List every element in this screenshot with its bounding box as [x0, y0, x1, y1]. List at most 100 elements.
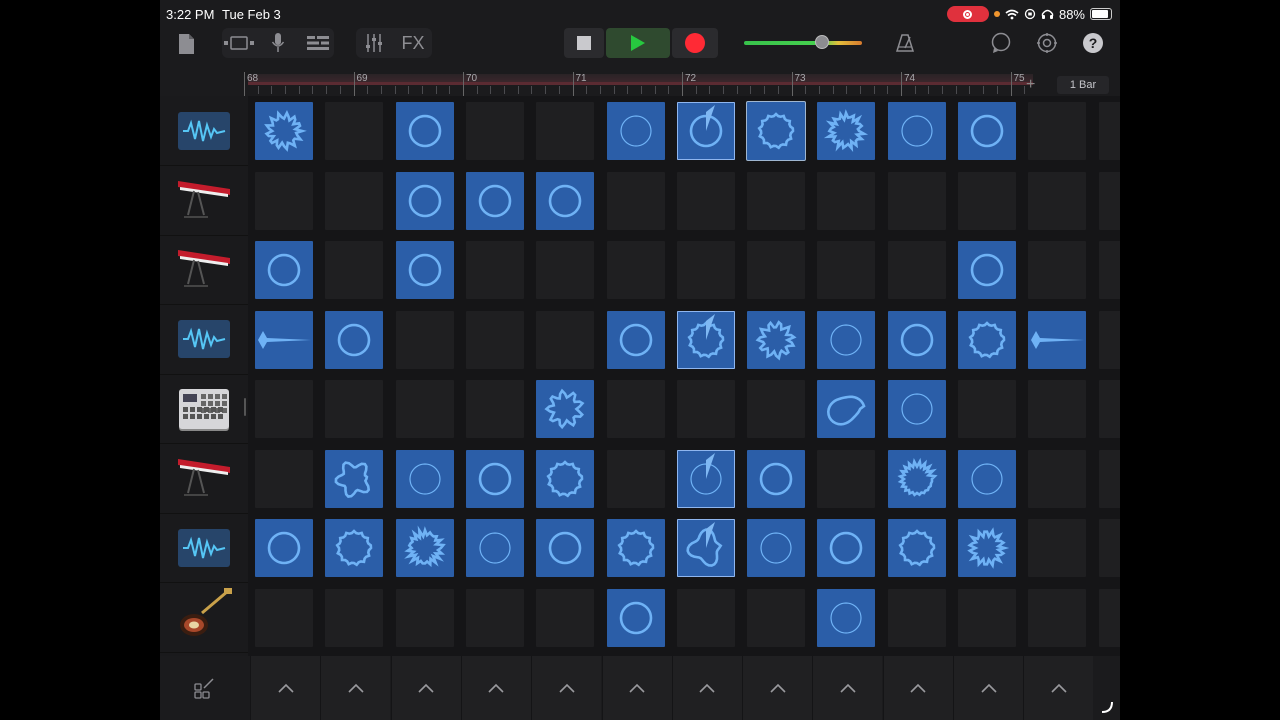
empty-cell[interactable] — [958, 588, 1016, 647]
empty-cell[interactable] — [1028, 102, 1087, 160]
record-button[interactable] — [672, 28, 718, 58]
loop-cell[interactable] — [817, 310, 876, 369]
empty-cell[interactable] — [255, 588, 313, 647]
length-button[interactable]: 1 Bar — [1057, 76, 1109, 94]
empty-cell[interactable] — [395, 588, 454, 647]
column-trigger-button[interactable] — [812, 656, 883, 720]
empty-cell[interactable] — [465, 241, 524, 299]
empty-cell[interactable] — [887, 241, 946, 299]
column-trigger-button[interactable] — [320, 656, 391, 720]
empty-cell[interactable] — [325, 380, 384, 438]
empty-cell[interactable] — [817, 171, 876, 230]
empty-cell[interactable] — [887, 171, 946, 230]
loop-cell[interactable] — [817, 102, 876, 160]
bar-ruler[interactable]: 68 69 70 71 72 73 74 75 — [244, 72, 1033, 96]
volume-slider[interactable] — [744, 35, 868, 49]
column-trigger-button[interactable] — [953, 656, 1023, 720]
track-header-drum-machine[interactable] — [160, 374, 248, 444]
empty-cell[interactable] — [465, 588, 524, 647]
loop-cell[interactable] — [465, 449, 524, 508]
loop-cell[interactable] — [958, 519, 1016, 577]
empty-cell[interactable] — [1028, 449, 1087, 508]
loop-cell[interactable] — [747, 310, 806, 369]
column-trigger-button[interactable] — [882, 656, 953, 720]
empty-cell[interactable] — [958, 171, 1016, 230]
loop-cell[interactable] — [325, 519, 384, 577]
empty-cell[interactable] — [606, 449, 665, 508]
column-trigger-button[interactable] — [742, 656, 813, 720]
loop-cell[interactable] — [465, 171, 524, 230]
metronome-button[interactable] — [892, 30, 918, 56]
loop-cell[interactable] — [255, 102, 313, 160]
mixer-button[interactable] — [360, 30, 388, 56]
empty-cell[interactable] — [606, 171, 665, 230]
empty-cell[interactable] — [465, 102, 524, 160]
loop-cell[interactable] — [395, 519, 454, 577]
empty-cell[interactable] — [676, 380, 735, 438]
empty-cell[interactable] — [255, 380, 313, 438]
loop-cell[interactable] — [817, 588, 876, 647]
empty-cell[interactable] — [606, 380, 665, 438]
empty-cell[interactable] — [465, 380, 524, 438]
empty-cell[interactable] — [1028, 588, 1087, 647]
loop-cell[interactable] — [887, 102, 946, 160]
empty-cell[interactable] — [536, 310, 595, 369]
empty-cell[interactable] — [817, 241, 876, 299]
track-header-sampler[interactable] — [160, 96, 248, 166]
loop-cell[interactable] — [958, 449, 1016, 508]
track-header-guitar[interactable] — [160, 583, 248, 653]
empty-cell[interactable] — [747, 588, 806, 647]
settings-button[interactable] — [1034, 30, 1060, 56]
empty-cell[interactable] — [1098, 171, 1120, 230]
empty-cell[interactable] — [1098, 102, 1120, 160]
column-trigger-button[interactable] — [460, 656, 531, 720]
loop-cell[interactable] — [606, 519, 665, 577]
loop-cell[interactable] — [817, 380, 876, 438]
loop-cell[interactable] — [676, 102, 735, 160]
loop-cell[interactable] — [747, 102, 806, 160]
loop-cell[interactable] — [465, 519, 524, 577]
loop-cell[interactable] — [255, 519, 313, 577]
stop-button[interactable] — [564, 28, 604, 58]
loop-cell[interactable] — [958, 241, 1016, 299]
my-songs-button[interactable] — [174, 30, 198, 58]
empty-cell[interactable] — [325, 241, 384, 299]
loop-cell[interactable] — [747, 519, 806, 577]
loop-cell[interactable] — [536, 449, 595, 508]
loop-cell[interactable] — [395, 102, 454, 160]
empty-cell[interactable] — [887, 588, 946, 647]
loop-cell[interactable] — [958, 310, 1016, 369]
track-header-keyboard[interactable] — [160, 235, 248, 305]
empty-cell[interactable] — [1098, 449, 1120, 508]
loop-cell[interactable] — [536, 171, 595, 230]
column-trigger-button[interactable] — [671, 656, 742, 720]
loop-cell[interactable] — [395, 241, 454, 299]
empty-cell[interactable] — [1098, 588, 1120, 647]
empty-cell[interactable] — [676, 588, 735, 647]
track-header-sampler[interactable] — [160, 305, 248, 375]
loop-cell[interactable] — [676, 449, 735, 508]
column-trigger-button[interactable] — [601, 656, 672, 720]
loop-cell[interactable] — [1028, 310, 1087, 369]
empty-cell[interactable] — [395, 310, 454, 369]
loop-cell[interactable] — [887, 380, 946, 438]
volume-knob[interactable] — [814, 35, 829, 49]
loop-cell[interactable] — [676, 310, 735, 369]
track-header-sampler[interactable] — [160, 513, 248, 583]
empty-cell[interactable] — [676, 241, 735, 299]
empty-cell[interactable] — [1028, 519, 1087, 577]
add-bars-button[interactable]: + — [1026, 76, 1035, 94]
view-toggle-button[interactable] — [222, 30, 256, 56]
play-button[interactable] — [606, 28, 670, 58]
track-header-keyboard[interactable] — [160, 166, 248, 236]
empty-cell[interactable] — [606, 241, 665, 299]
empty-cell[interactable] — [1028, 380, 1087, 438]
loop-cell[interactable] — [395, 171, 454, 230]
column-trigger-button[interactable] — [1023, 656, 1094, 720]
empty-cell[interactable] — [1028, 241, 1087, 299]
empty-cell[interactable] — [958, 380, 1016, 438]
empty-cell[interactable] — [747, 241, 806, 299]
empty-cell[interactable] — [747, 380, 806, 438]
empty-cell[interactable] — [536, 241, 595, 299]
empty-cell[interactable] — [536, 588, 595, 647]
